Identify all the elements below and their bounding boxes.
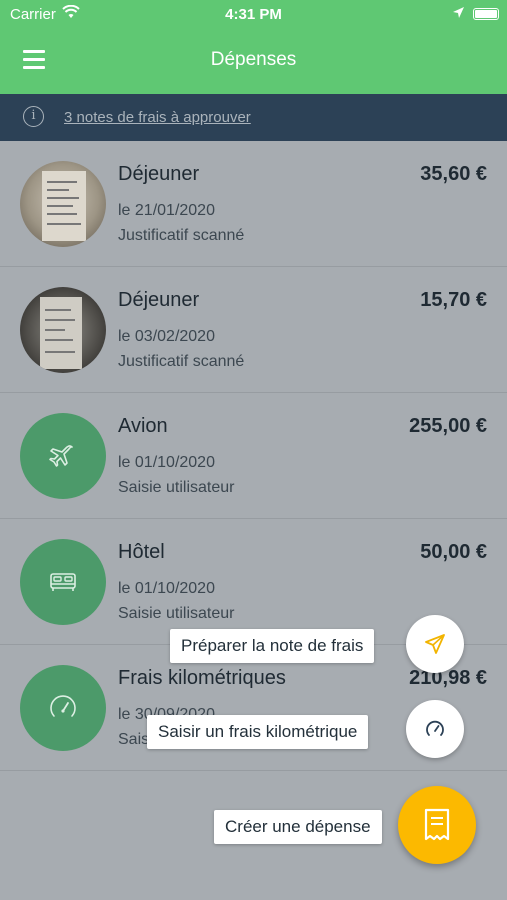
expense-source: Saisie utilisateur xyxy=(118,605,235,622)
mileage-expense-button[interactable] xyxy=(406,700,464,758)
airplane-icon xyxy=(20,413,106,499)
expense-amount: 255,00 € xyxy=(409,415,487,437)
status-bar: Carrier 4:31 PM xyxy=(0,0,507,28)
expense-amount: 50,00 € xyxy=(420,541,487,563)
expense-name: Hôtel xyxy=(118,541,165,563)
mileage-expense-label[interactable]: Saisir un frais kilométrique xyxy=(147,715,369,749)
prepare-report-label[interactable]: Préparer la note de frais xyxy=(170,629,375,663)
send-icon xyxy=(425,634,445,654)
approval-banner[interactable]: i 3 notes de frais à approuver xyxy=(0,94,507,141)
expense-row[interactable]: Déjeuner 35,60 € le 21/01/2020 Justifica… xyxy=(0,141,507,267)
expense-date: le 01/10/2020 xyxy=(118,454,215,471)
expense-list: Déjeuner 35,60 € le 21/01/2020 Justifica… xyxy=(0,141,507,771)
expense-amount: 35,60 € xyxy=(420,163,487,185)
page-title: Dépenses xyxy=(210,49,297,70)
prepare-report-button[interactable] xyxy=(406,615,464,673)
expense-date: le 21/01/2020 xyxy=(118,202,215,219)
receipt-photo xyxy=(20,161,106,247)
expense-source: Justificatif scanné xyxy=(118,353,245,370)
expense-name: Avion xyxy=(118,415,168,437)
speedometer-icon xyxy=(20,665,106,751)
expense-source: Saisie utilisateur xyxy=(118,479,235,496)
bed-icon xyxy=(20,539,106,625)
expense-name: Frais kilométriques xyxy=(118,667,286,689)
create-expense-label[interactable]: Créer une dépense xyxy=(214,810,382,844)
expense-date: le 03/02/2020 xyxy=(118,328,215,345)
expense-source: Justificatif scanné xyxy=(118,227,245,244)
speedometer-icon xyxy=(426,720,444,736)
expense-name: Déjeuner xyxy=(118,289,200,311)
expense-row[interactable]: Déjeuner 15,70 € le 03/02/2020 Justifica… xyxy=(0,267,507,393)
clock: 4:31 PM xyxy=(225,6,282,23)
navigation-bar: Dépenses xyxy=(0,28,507,94)
expense-name: Déjeuner xyxy=(118,163,200,185)
receipt-photo xyxy=(20,287,106,373)
location-arrow-icon xyxy=(453,7,464,18)
receipt-icon xyxy=(424,808,450,841)
expense-amount: 210,98 € xyxy=(409,667,487,689)
info-icon: i xyxy=(23,106,44,127)
expense-date: le 01/10/2020 xyxy=(118,580,215,597)
expense-amount: 15,70 € xyxy=(420,289,487,311)
approval-link[interactable]: 3 notes de frais à approuver xyxy=(64,109,251,126)
battery-icon xyxy=(473,8,499,20)
expense-row[interactable]: Avion 255,00 € le 01/10/2020 Saisie util… xyxy=(0,393,507,519)
create-expense-button[interactable] xyxy=(398,786,476,864)
